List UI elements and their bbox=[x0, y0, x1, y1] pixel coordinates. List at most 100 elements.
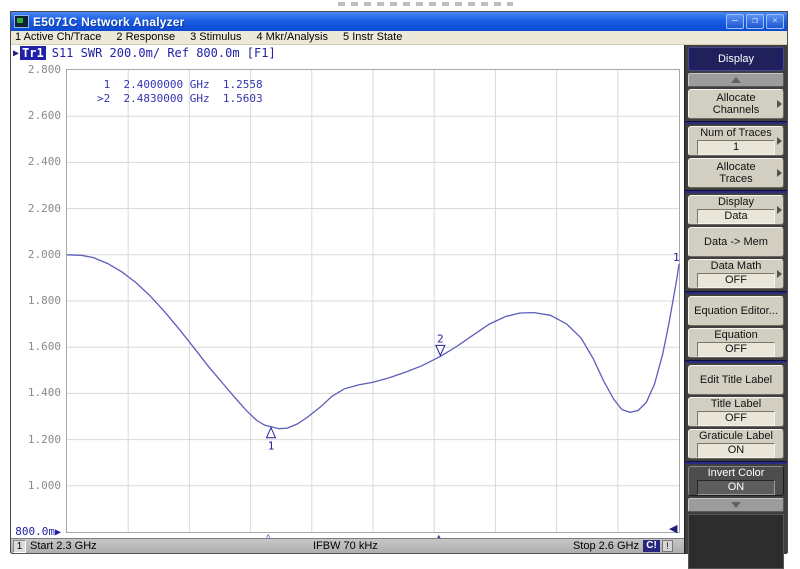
marker-readout-row: >2 2.4830000 GHz 1.5603 bbox=[97, 92, 263, 106]
menu-item-4[interactable]: 4 Mkr/Analysis bbox=[256, 31, 328, 44]
trace-name-chip[interactable]: Tr1 bbox=[20, 46, 46, 60]
softkey-invert-color[interactable]: Invert ColorON bbox=[688, 466, 784, 496]
marker-readout-table: 1 2.4000000 GHz 1.2558>2 2.4830000 GHz 1… bbox=[97, 78, 263, 106]
softkey-scroll-up[interactable] bbox=[688, 73, 784, 87]
channel-number-box: 1 bbox=[13, 540, 26, 553]
y-tick-label: 1.800 bbox=[11, 294, 61, 307]
window-title: E5071C Network Analyzer bbox=[33, 15, 726, 29]
softkey-group-separator bbox=[685, 121, 787, 124]
app-icon bbox=[14, 15, 29, 28]
y-tick-label: 1.400 bbox=[11, 386, 61, 399]
softkey-graticule-label[interactable]: Graticule LabelON bbox=[688, 429, 784, 459]
softkey-value: OFF bbox=[697, 273, 775, 288]
y-tick-label: 2.600 bbox=[11, 109, 61, 122]
softkey-label: Allocate bbox=[689, 92, 783, 104]
y-tick-label: 2.800 bbox=[11, 63, 61, 76]
scroll-up-icon bbox=[731, 77, 741, 83]
y-tick-label: 800.0m▶ bbox=[11, 525, 61, 538]
softkey-label: Traces bbox=[689, 173, 783, 185]
y-tick-label: 2.400 bbox=[11, 155, 61, 168]
softkey-data-to-mem[interactable]: Data -> Mem bbox=[688, 227, 784, 257]
softkey-menu-title: Display bbox=[688, 47, 784, 71]
swr-trace-chart: 121 bbox=[67, 70, 679, 532]
softkey-blank-panel bbox=[688, 514, 784, 569]
softkey-label: Display bbox=[689, 196, 783, 208]
softkey-group-separator bbox=[685, 360, 787, 363]
cropped-caption-fragments bbox=[338, 2, 513, 6]
status-bar: 1 Start 2.3 GHz IFBW 70 kHz Stop 2.6 GHz… bbox=[11, 538, 684, 554]
ifbw-label: IFBW 70 kHz bbox=[313, 540, 378, 552]
active-trace-arrow-icon: ▶ bbox=[13, 48, 19, 59]
softkey-label: Channels bbox=[689, 104, 783, 116]
softkey-label: Data -> Mem bbox=[689, 236, 783, 248]
softkey-group-separator bbox=[685, 291, 787, 294]
marker1-label: 1 bbox=[268, 440, 275, 453]
marker2-label: 2 bbox=[437, 332, 444, 345]
softkey-group-separator bbox=[685, 461, 787, 464]
softkey-title-label[interactable]: Title LabelOFF bbox=[688, 397, 784, 427]
y-tick-label: 2.200 bbox=[11, 202, 61, 215]
softkey-num-of-traces[interactable]: Num of Traces1 bbox=[688, 126, 784, 156]
y-tick-label: 1.600 bbox=[11, 340, 61, 353]
softkey-label: Allocate bbox=[689, 161, 783, 173]
softkey-value: OFF bbox=[697, 342, 775, 357]
stop-frequency-label: Stop 2.6 GHz bbox=[573, 540, 639, 552]
title-bar: E5071C Network Analyzer – ❐ × bbox=[11, 12, 787, 31]
softkey-scroll-down[interactable] bbox=[688, 498, 784, 512]
menu-item-3[interactable]: 3 Stimulus bbox=[190, 31, 241, 44]
ref-level-marker-icon: ▶ bbox=[55, 527, 61, 538]
softkey-data-math[interactable]: Data MathOFF bbox=[688, 259, 784, 289]
menu-item-2[interactable]: 2 Response bbox=[116, 31, 175, 44]
status-segment: ! bbox=[662, 540, 673, 552]
submenu-arrow-icon bbox=[777, 206, 782, 214]
app-window: E5071C Network Analyzer – ❐ × 1 Active C… bbox=[10, 11, 788, 553]
softkey-label: Equation Editor... bbox=[689, 305, 783, 317]
softkey-label: Equation bbox=[689, 329, 783, 341]
softkey-allocate-channels[interactable]: AllocateChannels bbox=[688, 89, 784, 119]
softkey-value: OFF bbox=[697, 411, 775, 426]
restore-button-icon[interactable]: ❐ bbox=[746, 14, 764, 29]
marker-readout-row: 1 2.4000000 GHz 1.2558 bbox=[97, 78, 263, 92]
cal-status-badge: C! bbox=[643, 540, 660, 552]
softkey-display-data[interactable]: DisplayData bbox=[688, 195, 784, 225]
marker1-trace-icon[interactable] bbox=[267, 428, 276, 438]
scroll-down-icon bbox=[731, 502, 741, 508]
softkey-group-separator bbox=[685, 190, 787, 193]
softkey-label: Edit Title Label bbox=[689, 374, 783, 386]
softkey-allocate-traces[interactable]: AllocateTraces bbox=[688, 158, 784, 188]
softkey-label: Title Label bbox=[689, 398, 783, 410]
close-button-icon[interactable]: × bbox=[766, 14, 784, 29]
submenu-arrow-icon bbox=[777, 137, 782, 145]
softkey-label: Data Math bbox=[689, 260, 783, 272]
start-frequency-label: Start 2.3 GHz bbox=[30, 540, 97, 552]
softkey-equation-editor[interactable]: Equation Editor... bbox=[688, 296, 784, 326]
y-tick-label: 1.000 bbox=[11, 479, 61, 492]
softkey-edit-title-label[interactable]: Edit Title Label bbox=[688, 365, 784, 395]
softkey-value: ON bbox=[697, 480, 775, 495]
submenu-arrow-icon bbox=[777, 100, 782, 108]
submenu-arrow-icon bbox=[777, 169, 782, 177]
softkey-list: AllocateChannelsNum of Traces1AllocateTr… bbox=[685, 89, 787, 496]
minimize-button-icon[interactable]: – bbox=[726, 14, 744, 29]
menu-item-1[interactable]: 1 Active Ch/Trace bbox=[15, 31, 101, 44]
sweep-indicator-icon: ◀ bbox=[669, 524, 677, 534]
main-display: ▶ Tr1 S11 SWR 200.0m/ Ref 800.0m [F1] 2.… bbox=[11, 45, 684, 538]
menu-item-5[interactable]: 5 Instr State bbox=[343, 31, 402, 44]
softkey-value: Data bbox=[697, 209, 775, 224]
y-tick-label: 1.200 bbox=[11, 433, 61, 446]
softkey-label: Invert Color bbox=[689, 467, 783, 479]
softkey-label: Graticule Label bbox=[689, 430, 783, 442]
y-tick-label: 2.000 bbox=[11, 248, 61, 261]
softkey-sidebar: Display AllocateChannelsNum of Traces1Al… bbox=[684, 45, 787, 554]
submenu-arrow-icon bbox=[777, 270, 782, 278]
screenshot-root: E5071C Network Analyzer – ❐ × 1 Active C… bbox=[0, 0, 800, 567]
plot-area: 121 1 2.4000000 GHz 1.2558>2 2.4830000 G… bbox=[66, 69, 680, 533]
softkey-value: ON bbox=[697, 443, 775, 458]
trace-status-line: ▶ Tr1 S11 SWR 200.0m/ Ref 800.0m [F1] bbox=[13, 46, 276, 60]
softkey-equation[interactable]: EquationOFF bbox=[688, 328, 784, 358]
menu-bar: 1 Active Ch/Trace 2 Response 3 Stimulus 4 M… bbox=[11, 31, 787, 45]
trace-format-text: S11 SWR 200.0m/ Ref 800.0m [F1] bbox=[52, 46, 276, 60]
window-controls: – ❐ × bbox=[726, 14, 784, 29]
softkey-label: Num of Traces bbox=[689, 127, 783, 139]
softkey-value: 1 bbox=[697, 140, 775, 155]
